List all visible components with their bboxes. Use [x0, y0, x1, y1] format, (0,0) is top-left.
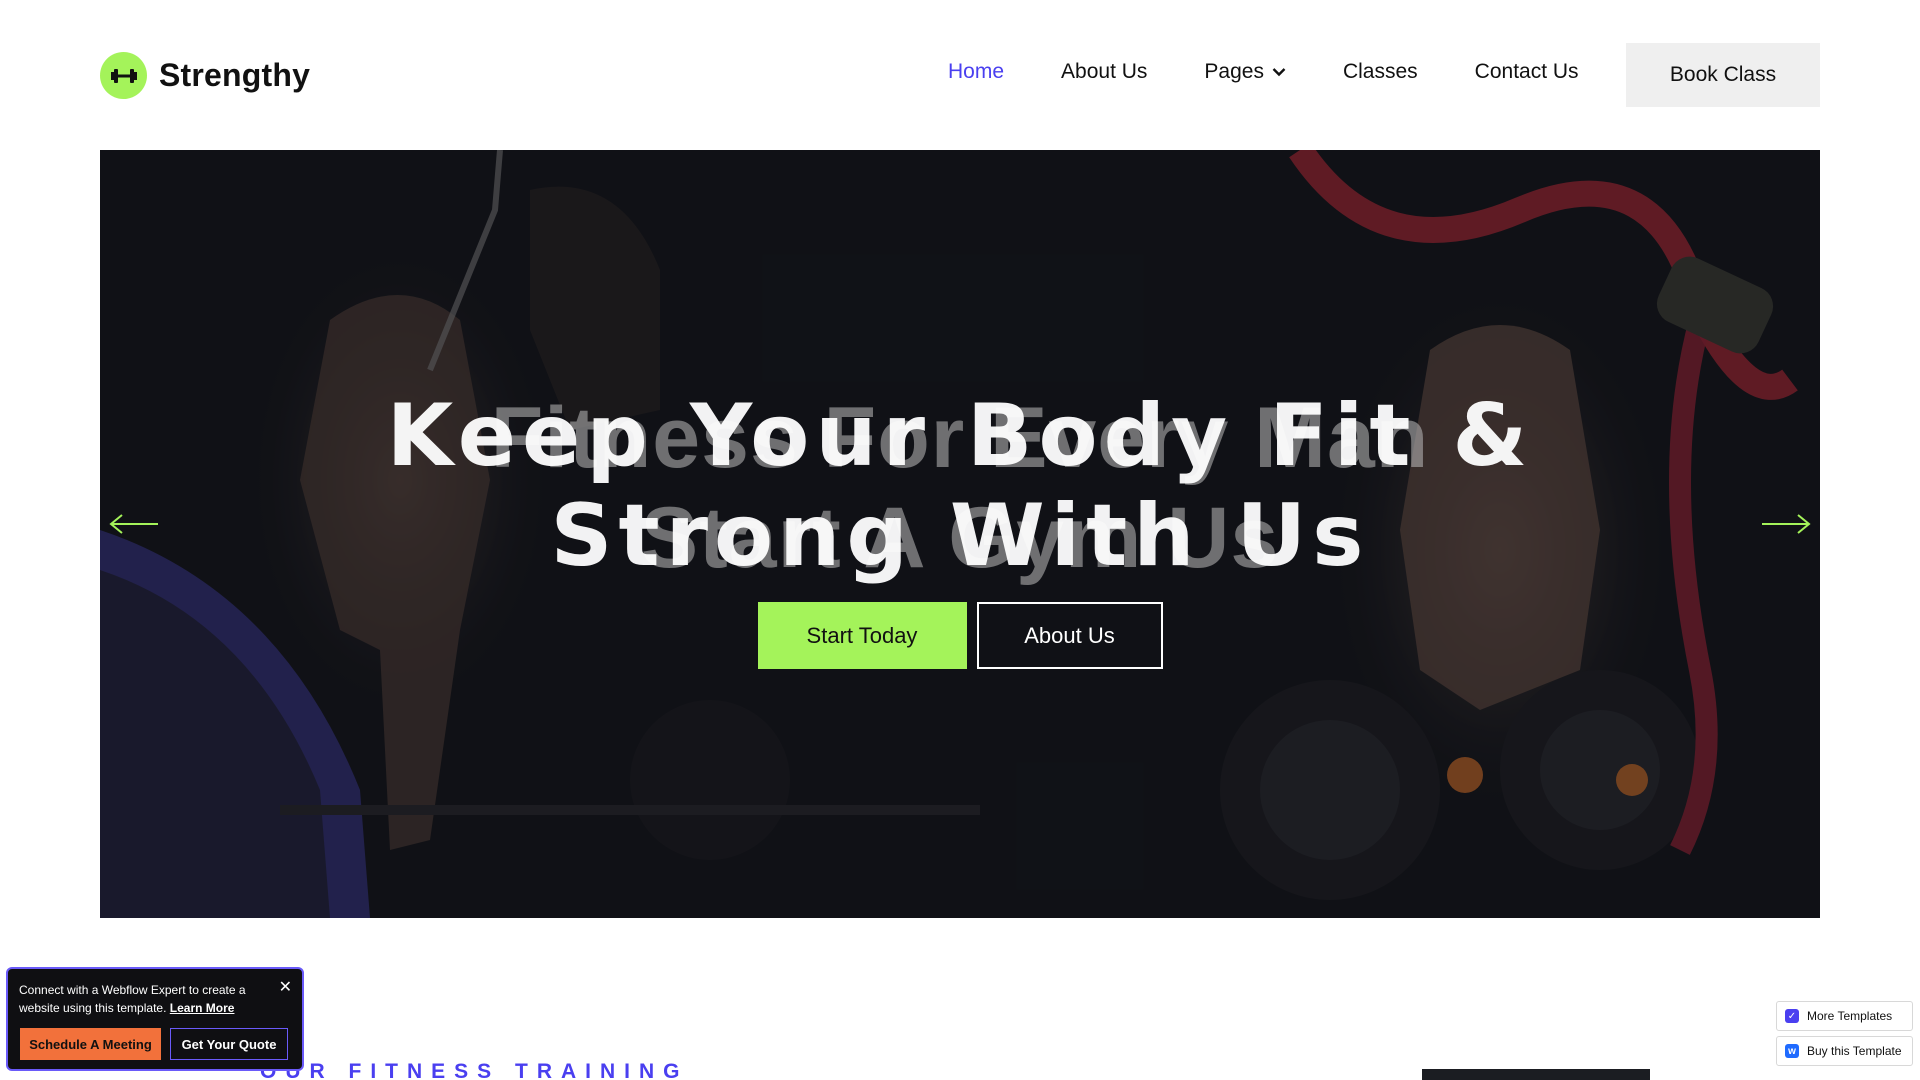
brand-logo[interactable]: Strengthy [100, 52, 310, 99]
buy-template-button[interactable]: w Buy this Template [1776, 1036, 1913, 1066]
nav-link-pages-label: Pages [1204, 60, 1264, 83]
section-eyebrow: OUR FITNESS TRAINING [260, 1060, 689, 1080]
more-templates-label: More Templates [1807, 1009, 1893, 1023]
close-icon[interactable]: ✕ [279, 977, 292, 997]
book-class-button[interactable]: Book Class [1626, 43, 1820, 107]
hero-buttons: Start Today About Us [100, 602, 1820, 669]
hero-title-line1: Keep Your Body Fit & [386, 386, 1534, 486]
hero-slider: Fitness For Every Man Start A Gym Us Kee… [100, 150, 1820, 918]
nav-link-about[interactable]: About Us [1061, 60, 1147, 84]
buy-template-label: Buy this Template [1807, 1044, 1902, 1058]
hero-title-line2: Strong With Us [550, 486, 1370, 586]
section-image-edge [1422, 1069, 1650, 1080]
learn-more-link[interactable]: Learn More [170, 1001, 235, 1015]
webflow-expert-popup: Connect with a Webflow Expert to create … [6, 967, 304, 1071]
webflow-logo-icon: w [1785, 1044, 1799, 1058]
main-nav: Home About Us Pages Classes Contact Us [948, 60, 1579, 84]
popup-message: Connect with a Webflow Expert to create … [19, 981, 269, 1017]
get-quote-button[interactable]: Get Your Quote [170, 1028, 288, 1060]
webflow-icon: ✓ [1785, 1009, 1799, 1023]
arrow-left-icon[interactable] [108, 512, 160, 536]
dumbbell-icon [100, 52, 147, 99]
nav-link-contact[interactable]: Contact Us [1475, 60, 1579, 84]
start-today-button[interactable]: Start Today [757, 602, 967, 669]
more-templates-button[interactable]: ✓ More Templates [1776, 1001, 1913, 1031]
nav-link-classes[interactable]: Classes [1343, 60, 1418, 84]
brand-name: Strengthy [159, 57, 311, 93]
about-us-button[interactable]: About Us [976, 602, 1163, 669]
nav-link-pages[interactable]: Pages [1204, 60, 1286, 84]
arrow-right-icon[interactable] [1760, 512, 1812, 536]
nav-link-home[interactable]: Home [948, 60, 1004, 84]
chevron-down-icon [1272, 68, 1286, 77]
hero-title: Keep Your Body Fit & Strong With Us [100, 386, 1820, 586]
schedule-meeting-button[interactable]: Schedule A Meeting [20, 1028, 161, 1060]
